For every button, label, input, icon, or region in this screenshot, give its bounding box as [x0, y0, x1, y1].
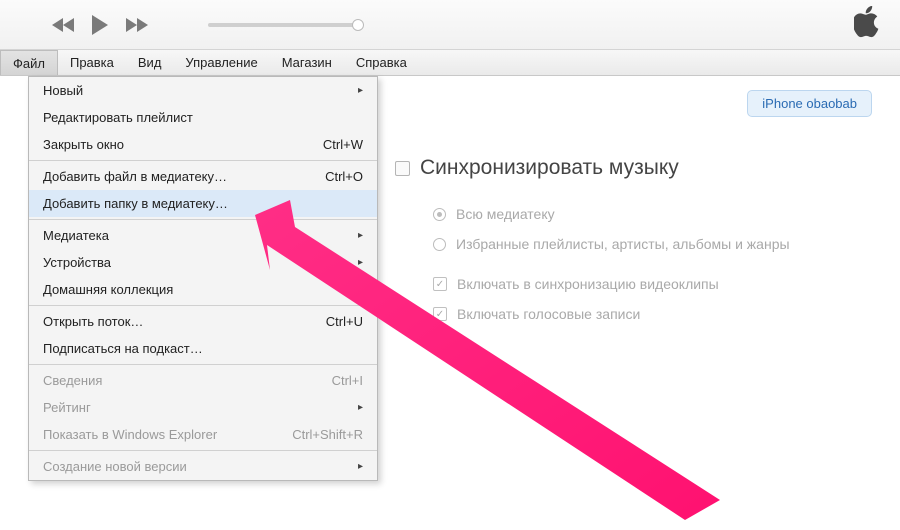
- menu-item-label: Новый: [43, 83, 83, 98]
- menu-item-label: Устройства: [43, 255, 111, 270]
- menu-item[interactable]: Подписаться на подкаст…: [29, 335, 377, 362]
- menu-item-label: Медиатека: [43, 228, 109, 243]
- menu-item: Показать в Windows Explorer Ctrl+Shift+R: [29, 421, 377, 448]
- menu-item-shortcut: Ctrl+I: [332, 373, 363, 388]
- menu-item[interactable]: Медиатека ▸: [29, 222, 377, 249]
- menu-item-label: Добавить папку в медиатеку…: [43, 196, 228, 211]
- playback-controls: [52, 14, 148, 36]
- volume-slider[interactable]: [208, 23, 358, 27]
- menu-item-label: Открыть поток…: [43, 314, 143, 329]
- menu-separator: [29, 219, 377, 220]
- sync-opt-selected-row: Избранные плейлисты, артисты, альбомы и …: [433, 236, 900, 252]
- sync-music-title: Синхронизировать музыку: [420, 156, 679, 180]
- checkbox-include-voice[interactable]: [433, 307, 447, 321]
- radio-entire-library-label: Всю медиатеку: [456, 206, 555, 222]
- file-menu-dropdown: Новый ▸ Редактировать плейлист Закрыть окно…: [28, 76, 378, 481]
- radio-selected-playlists-label: Избранные плейлисты, артисты, альбомы и …: [456, 236, 790, 252]
- menu-item: Создание новой версии ▸: [29, 453, 377, 480]
- menu-label: Правка: [70, 55, 114, 70]
- menu-item: Рейтинг ▸: [29, 394, 377, 421]
- menu-item[interactable]: Закрыть окно Ctrl+W: [29, 131, 377, 158]
- menu-item-label: Создание новой версии: [43, 459, 187, 474]
- sync-music-header: Синхронизировать музыку: [395, 156, 900, 180]
- menu-item-shortcut: Ctrl+O: [325, 169, 363, 184]
- play-button[interactable]: [90, 14, 110, 36]
- checkbox-include-video[interactable]: [433, 277, 447, 291]
- menu-separator: [29, 160, 377, 161]
- menu-edit[interactable]: Правка: [58, 50, 126, 75]
- apple-logo-icon: [854, 6, 880, 41]
- menu-bar: Файл Правка Вид Управление Магазин Справ…: [0, 50, 900, 76]
- volume-knob[interactable]: [352, 19, 364, 31]
- radio-entire-library[interactable]: [433, 208, 446, 221]
- sync-music-checkbox[interactable]: [395, 161, 410, 176]
- menu-item[interactable]: Новый ▸: [29, 77, 377, 104]
- menu-separator: [29, 305, 377, 306]
- menu-item-label: Сведения: [43, 373, 102, 388]
- submenu-arrow-icon: ▸: [358, 257, 363, 268]
- menu-item: Сведения Ctrl+I: [29, 367, 377, 394]
- menu-help[interactable]: Справка: [344, 50, 419, 75]
- menu-separator: [29, 450, 377, 451]
- submenu-arrow-icon: ▸: [358, 461, 363, 472]
- menu-item[interactable]: Редактировать плейлист: [29, 104, 377, 131]
- menu-label: Управление: [185, 55, 257, 70]
- menu-label: Магазин: [282, 55, 332, 70]
- menu-item-label: Подписаться на подкаст…: [43, 341, 203, 356]
- menu-separator: [29, 364, 377, 365]
- menu-item-label: Рейтинг: [43, 400, 91, 415]
- sync-options: Всю медиатеку Избранные плейлисты, артис…: [433, 206, 900, 322]
- menu-item-label: Домашняя коллекция: [43, 282, 173, 297]
- menu-item-label: Добавить файл в медиатеку…: [43, 169, 227, 184]
- sync-opt-voice-row: Включать голосовые записи: [433, 306, 900, 322]
- menu-label: Справка: [356, 55, 407, 70]
- prev-track-button[interactable]: [52, 17, 76, 33]
- menu-item[interactable]: Устройства ▸: [29, 249, 377, 276]
- submenu-arrow-icon: ▸: [358, 402, 363, 413]
- device-name: iPhone obaobab: [762, 96, 857, 111]
- menu-file[interactable]: Файл: [0, 50, 58, 75]
- menu-store[interactable]: Магазин: [270, 50, 344, 75]
- checkbox-include-voice-label: Включать голосовые записи: [457, 306, 640, 322]
- menu-item[interactable]: Добавить папку в медиатеку…: [29, 190, 377, 217]
- menu-item[interactable]: Домашняя коллекция: [29, 276, 377, 303]
- menu-item-shortcut: Ctrl+Shift+R: [292, 427, 363, 442]
- menu-label: Файл: [13, 56, 45, 71]
- menu-item-label: Редактировать плейлист: [43, 110, 193, 125]
- menu-label: Вид: [138, 55, 162, 70]
- menu-view[interactable]: Вид: [126, 50, 174, 75]
- sync-opt-all-row: Всю медиатеку: [433, 206, 900, 222]
- sync-opt-video-row: Включать в синхронизацию видеоклипы: [433, 276, 900, 292]
- radio-selected-playlists[interactable]: [433, 238, 446, 251]
- checkbox-include-video-label: Включать в синхронизацию видеоклипы: [457, 276, 719, 292]
- playback-toolbar: [0, 0, 900, 50]
- menu-item-shortcut: Ctrl+W: [323, 137, 363, 152]
- submenu-arrow-icon: ▸: [358, 230, 363, 241]
- menu-controls[interactable]: Управление: [173, 50, 269, 75]
- next-track-button[interactable]: [124, 17, 148, 33]
- menu-item[interactable]: Добавить файл в медиатеку… Ctrl+O: [29, 163, 377, 190]
- menu-item[interactable]: Открыть поток… Ctrl+U: [29, 308, 377, 335]
- submenu-arrow-icon: ▸: [358, 85, 363, 96]
- menu-item-label: Закрыть окно: [43, 137, 124, 152]
- device-pill[interactable]: iPhone obaobab: [747, 90, 872, 117]
- menu-item-shortcut: Ctrl+U: [326, 314, 363, 329]
- menu-item-label: Показать в Windows Explorer: [43, 427, 217, 442]
